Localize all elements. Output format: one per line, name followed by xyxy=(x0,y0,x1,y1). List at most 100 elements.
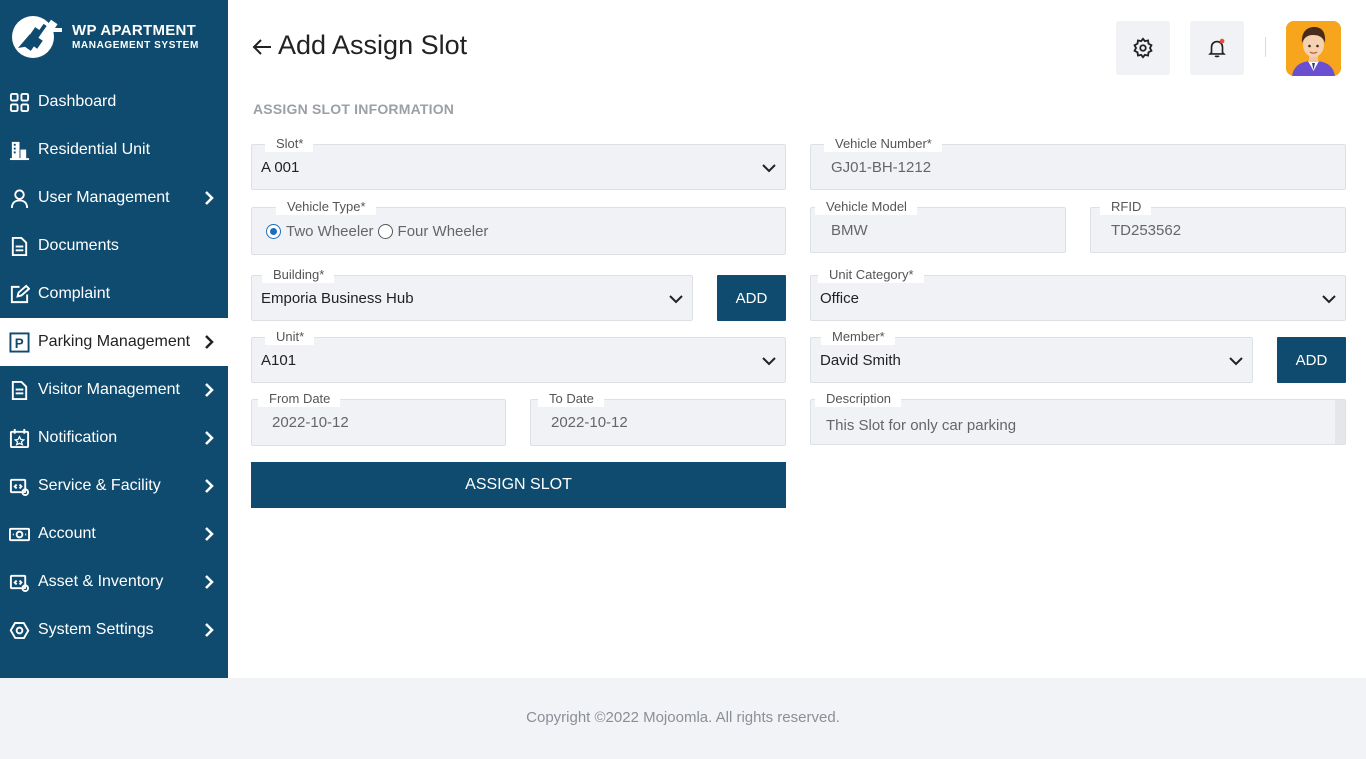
user-icon xyxy=(8,187,30,209)
chevron-right-icon xyxy=(205,431,214,445)
sidebar-item-complaint[interactable]: Complaint xyxy=(0,270,228,318)
chevron-right-icon xyxy=(205,335,214,349)
rfid-field[interactable]: RFID TD253562 xyxy=(1090,199,1346,253)
field-label: Member* xyxy=(821,329,895,345)
building-icon xyxy=(8,139,30,161)
field-label: To Date xyxy=(538,391,604,407)
radio-label: Two Wheeler xyxy=(286,223,374,240)
settings-hex-icon xyxy=(8,619,30,641)
sidebar-item-label: Dashboard xyxy=(38,93,117,110)
field-value: TD253562 xyxy=(1111,222,1182,239)
sidebar-item-account[interactable]: Account xyxy=(0,510,228,558)
settings-button[interactable] xyxy=(1116,21,1170,75)
field-value: 2022-10-12 xyxy=(551,414,628,431)
grid-icon xyxy=(8,91,30,113)
to-date-field[interactable]: To Date 2022-10-12 xyxy=(530,391,786,446)
back-arrow-icon[interactable] xyxy=(251,36,273,58)
brand-logo[interactable]: WP APARTMENT MANAGEMENT SYSTEM xyxy=(10,13,220,61)
sidebar-item-parking-management[interactable]: P Parking Management xyxy=(0,318,228,366)
sidebar-item-system-settings[interactable]: System Settings xyxy=(0,606,228,654)
building-select[interactable]: Building* Emporia Business Hub xyxy=(251,267,693,321)
sidebar-item-visitor-management[interactable]: Visitor Management xyxy=(0,366,228,414)
field-label: Vehicle Number* xyxy=(824,136,942,152)
vehicle-model-field[interactable]: Vehicle Model BMW xyxy=(810,199,1066,253)
inventory-icon xyxy=(8,571,30,593)
sidebar-item-dashboard[interactable]: Dashboard xyxy=(0,78,228,126)
chevron-right-icon xyxy=(205,479,214,493)
chevron-right-icon xyxy=(205,383,214,397)
field-value: This Slot for only car parking xyxy=(826,417,1017,434)
sidebar-item-label: System Settings xyxy=(38,621,154,638)
money-icon xyxy=(8,523,30,545)
chevron-down-icon xyxy=(1229,357,1243,366)
field-label: Vehicle Model xyxy=(815,199,917,215)
radio-two-wheeler[interactable] xyxy=(266,224,281,239)
chevron-down-icon xyxy=(762,164,776,173)
sidebar-item-label: Visitor Management xyxy=(38,381,180,398)
footer: Copyright ©2022 Mojoomla. All rights res… xyxy=(0,678,1366,759)
field-value: A 001 xyxy=(261,159,300,176)
sidebar-item-user-management[interactable]: User Management xyxy=(0,174,228,222)
add-member-button[interactable]: ADD xyxy=(1277,337,1346,383)
field-label: Description xyxy=(815,391,902,407)
notification-button[interactable] xyxy=(1190,21,1244,75)
radio-four-wheeler[interactable] xyxy=(377,224,393,239)
chevron-right-icon xyxy=(205,527,214,541)
svg-text:P: P xyxy=(14,336,23,351)
sidebar-item-label: Parking Management xyxy=(38,333,191,350)
calendar-star-icon xyxy=(8,427,30,449)
vehicle-number-field[interactable]: Vehicle Number* GJ01-BH-1212 xyxy=(810,136,1346,190)
header-divider xyxy=(1265,37,1266,57)
chevron-right-icon xyxy=(205,191,214,205)
field-label: Building* xyxy=(262,267,335,283)
sidebar-item-label: Complaint xyxy=(38,285,111,302)
sidebar-item-label: Asset & Inventory xyxy=(38,573,164,590)
field-value: David Smith xyxy=(820,352,901,369)
sidebar-item-label: Account xyxy=(38,525,96,542)
gear-icon xyxy=(1133,37,1153,59)
sidebar-item-residential-unit[interactable]: Residential Unit xyxy=(0,126,228,174)
field-value: GJ01-BH-1212 xyxy=(831,159,932,176)
avatar[interactable] xyxy=(1286,21,1341,76)
unit-select[interactable]: Unit* A101 xyxy=(251,329,786,383)
sidebar-item-documents[interactable]: Documents xyxy=(0,222,228,270)
field-label: Unit* xyxy=(265,329,315,345)
sidebar: WP APARTMENT MANAGEMENT SYSTEM Dashboard… xyxy=(0,0,228,678)
field-label: Unit Category* xyxy=(818,267,924,283)
chevron-right-icon xyxy=(205,575,214,589)
unit-category-select[interactable]: Unit Category* Office xyxy=(810,267,1346,321)
slot-select[interactable]: Slot* A 001 xyxy=(251,136,786,190)
building-logo-icon xyxy=(10,14,66,60)
chevron-down-icon xyxy=(1322,295,1336,304)
description-textarea[interactable]: Description This Slot for only car parki… xyxy=(810,391,1346,445)
field-label: RFID xyxy=(1100,199,1152,215)
chevron-right-icon xyxy=(205,623,214,637)
field-label: Vehicle Type* xyxy=(276,199,376,215)
copyright-text: Copyright ©2022 Mojoomla. All rights res… xyxy=(526,709,840,726)
sidebar-item-asset-inventory[interactable]: Asset & Inventory xyxy=(0,558,228,606)
edit-icon xyxy=(8,283,30,305)
from-date-field[interactable]: From Date 2022-10-12 xyxy=(251,391,506,446)
sidebar-item-notification[interactable]: Notification xyxy=(0,414,228,462)
sidebar-item-service-facility[interactable]: Service & Facility xyxy=(0,462,228,510)
member-select[interactable]: Member* David Smith xyxy=(810,329,1253,383)
field-value: 2022-10-12 xyxy=(272,414,349,431)
bell-icon xyxy=(1208,38,1226,58)
sidebar-item-label: Documents xyxy=(38,237,119,254)
radio-label: Four Wheeler xyxy=(397,223,489,240)
brand-title: WP APARTMENT xyxy=(72,22,197,39)
parking-icon: P xyxy=(8,331,30,353)
field-label: From Date xyxy=(258,391,341,407)
chevron-down-icon xyxy=(669,295,683,304)
add-building-button[interactable]: ADD xyxy=(717,275,786,321)
sidebar-item-label: Notification xyxy=(38,429,118,446)
service-icon xyxy=(8,475,30,497)
user-avatar-icon xyxy=(1286,21,1341,76)
assign-slot-button[interactable]: ASSIGN SLOT xyxy=(251,462,786,508)
section-title: ASSIGN SLOT INFORMATION xyxy=(253,101,455,117)
field-value: A101 xyxy=(261,352,297,369)
vehicle-type-group: Vehicle Type* Two Wheeler Four Wheeler xyxy=(251,199,786,255)
textarea-scrollbar[interactable] xyxy=(1335,400,1345,444)
sidebar-item-label: User Management xyxy=(38,189,170,206)
page-title: Add Assign Slot xyxy=(278,30,468,60)
